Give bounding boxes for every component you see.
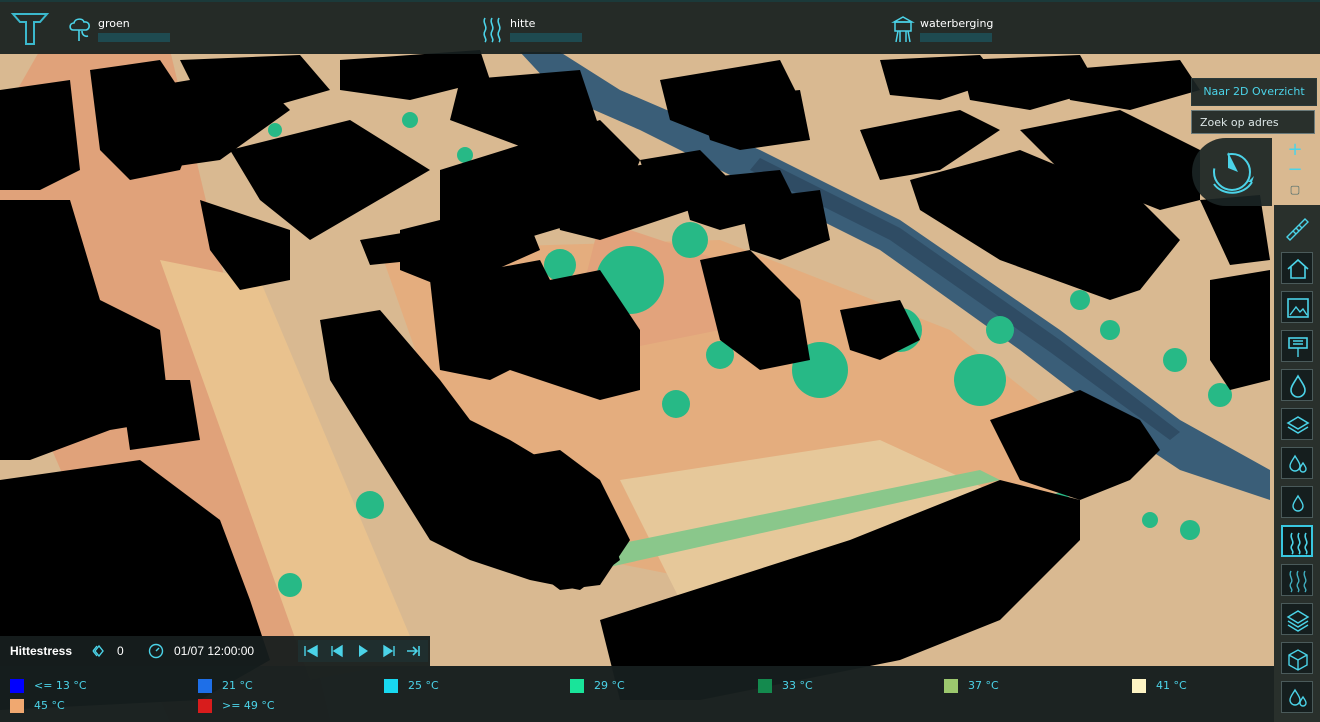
legend-swatch [758, 679, 772, 693]
step-back-icon[interactable] [328, 643, 346, 659]
water-drop-bottom-icon [1289, 688, 1307, 707]
tool-button-buildings[interactable] [1281, 252, 1313, 284]
tree-cloud-icon [69, 18, 90, 41]
indicator-waterberging[interactable]: waterberging [890, 12, 1000, 46]
overlay-datetime: 01/07 12:00:00 [174, 644, 255, 658]
legend-label: 25 °C [408, 679, 439, 692]
box-icon [1288, 649, 1308, 671]
legend-label: 37 °C [968, 679, 999, 692]
indicator-groen[interactable]: groen [68, 12, 178, 46]
indicator-progress-bar [510, 33, 582, 42]
heat-legend: <= 13 °C 21 °C 25 °C 29 °C 33 °C 37 °C 4… [0, 666, 1274, 722]
play-icon[interactable] [354, 643, 372, 659]
indicator-progress-bar [920, 33, 992, 42]
tool-button-heat[interactable] [1281, 525, 1313, 557]
legend-label: 45 °C [34, 699, 65, 712]
legend-swatch [1132, 679, 1146, 693]
overlay-layer-value: 0 [117, 644, 124, 658]
tool-sidebar [1274, 205, 1320, 722]
skip-to-end-icon[interactable] [404, 643, 422, 659]
tool-button-images[interactable] [1281, 291, 1313, 323]
step-forward-icon[interactable] [380, 643, 398, 659]
tool-button-water[interactable] [1281, 369, 1313, 401]
ruler-icon[interactable] [1281, 211, 1313, 243]
heat-waves-alt-icon [1289, 570, 1307, 593]
water-drop-icon [1290, 374, 1306, 398]
indicator-label: waterberging [920, 17, 994, 30]
heat-waves-icon [483, 17, 501, 43]
legend-label: 41 °C [1156, 679, 1187, 692]
skip-to-start-icon[interactable] [302, 643, 320, 659]
house-icon [1287, 258, 1309, 279]
zoom-controls: + − ▢ [1284, 140, 1306, 200]
zoom-out-button[interactable]: − [1284, 160, 1306, 180]
legend-swatch [10, 679, 24, 693]
heat-waves-icon [1290, 532, 1308, 555]
legend-swatch [198, 679, 212, 693]
indicator-label: groen [98, 17, 130, 30]
overlay-title: Hittestress [10, 644, 73, 658]
tool-button-water-small[interactable] [1281, 486, 1313, 518]
map-3d-view[interactable] [0, 0, 1320, 722]
tool-button-layer-stack[interactable] [1281, 603, 1313, 635]
clock-icon [148, 643, 164, 659]
tool-button-water-drops[interactable] [1281, 447, 1313, 479]
sign-icon [1288, 337, 1308, 357]
tool-button-layers[interactable] [1281, 408, 1313, 440]
water-drops-icon [1289, 454, 1307, 473]
layers-icon [1286, 416, 1310, 434]
tool-button-heat-alt[interactable] [1281, 564, 1313, 596]
legend-label: 29 °C [594, 679, 625, 692]
layers-stack-icon [1286, 610, 1310, 632]
water-tower-icon [891, 16, 915, 43]
legend-label: <= 13 °C [34, 679, 87, 692]
indicator-progress-bar [98, 33, 170, 42]
legend-swatch [10, 699, 24, 713]
legend-swatch [944, 679, 958, 693]
compass-widget[interactable] [1192, 138, 1272, 206]
address-search-input[interactable] [1191, 110, 1315, 134]
water-drop-small-icon [1292, 494, 1304, 512]
tygron-logo-icon[interactable] [10, 8, 50, 48]
indicator-hitte[interactable]: hitte [480, 12, 590, 46]
fullscreen-button[interactable]: ▢ [1284, 180, 1306, 200]
playback-controls [298, 640, 428, 662]
indicator-label: hitte [510, 17, 536, 30]
to-2d-overview-button[interactable]: Naar 2D Overzicht [1191, 78, 1317, 106]
tool-button-water-bottom[interactable] [1281, 681, 1313, 713]
legend-label: 33 °C [782, 679, 813, 692]
tool-button-signs[interactable] [1281, 330, 1313, 362]
legend-swatch [198, 699, 212, 713]
zoom-in-button[interactable]: + [1284, 140, 1306, 160]
legend-swatch [384, 679, 398, 693]
layer-diamond-icon[interactable] [90, 643, 106, 659]
legend-swatch [570, 679, 584, 693]
picture-icon [1287, 298, 1309, 318]
overlay-info-bar: Hittestress 0 01/07 12:00:00 [0, 636, 430, 666]
compass-icon[interactable] [1192, 138, 1272, 206]
legend-label: >= 49 °C [222, 699, 275, 712]
top-bar: groen hitte waterberging [0, 0, 1320, 54]
legend-label: 21 °C [222, 679, 253, 692]
tool-button-box[interactable] [1281, 642, 1313, 674]
